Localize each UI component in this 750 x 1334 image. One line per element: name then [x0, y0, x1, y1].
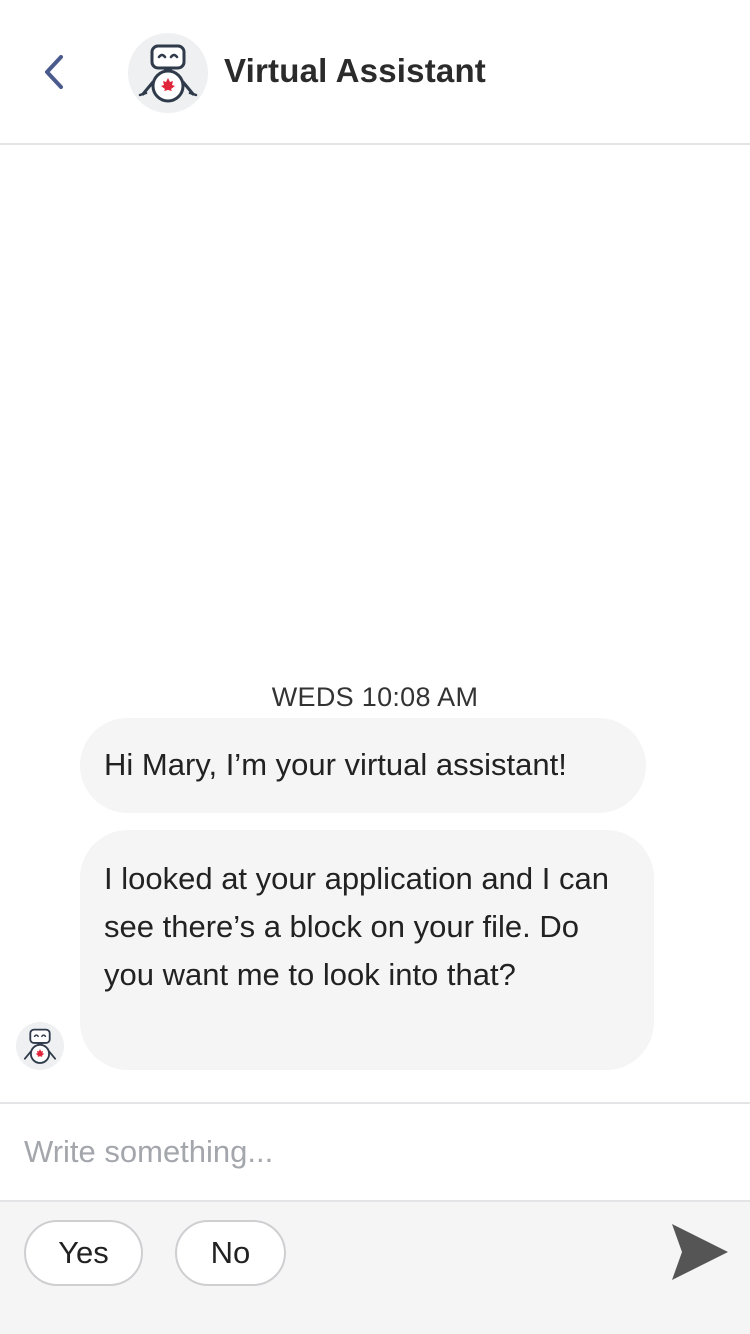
message-timestamp: WEDS 10:08 AM	[271, 682, 479, 712]
back-button[interactable]	[26, 44, 82, 100]
send-button[interactable]	[664, 1216, 736, 1288]
send-icon	[672, 1224, 728, 1280]
chevron-left-icon	[45, 55, 63, 89]
assistant-avatar	[128, 33, 208, 113]
assistant-message-bubble: I looked at your application and I can s…	[80, 830, 654, 1070]
message-composer	[0, 1102, 750, 1200]
robot-icon	[138, 44, 198, 103]
header-bar: Virtual Assistant	[0, 0, 750, 145]
assistant-message-bubble: Hi Mary, I’m your virtual assistant!	[80, 718, 646, 813]
chat-screen: Virtual Assistant WEDS 10:08 AM Hi Mary,…	[0, 0, 750, 1334]
message-input[interactable]	[24, 1126, 714, 1178]
page-title: Virtual Assistant	[224, 52, 486, 89]
quick-replies-bar: Yes No	[0, 1200, 750, 1334]
quick-reply-yes-button[interactable]: Yes	[24, 1220, 143, 1286]
quick-reply-no-button[interactable]: No	[175, 1220, 286, 1286]
robot-icon	[23, 1028, 57, 1064]
assistant-message-avatar	[16, 1022, 64, 1070]
